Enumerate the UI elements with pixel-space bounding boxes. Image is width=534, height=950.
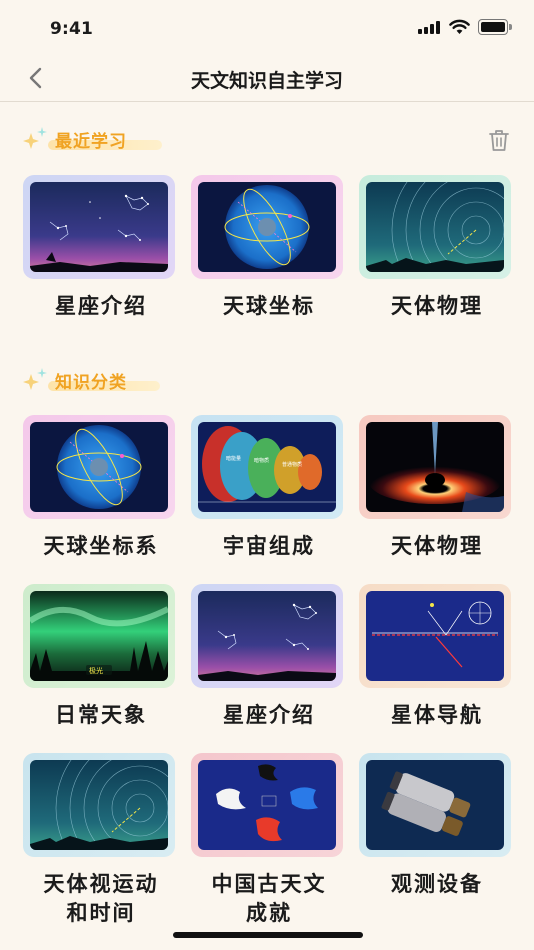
thumb-text-2: 普通物质 <box>282 461 302 468</box>
star-trails-image <box>30 760 168 850</box>
recent-label-0: 星座介绍 <box>55 294 147 318</box>
star-trails-image <box>366 182 504 272</box>
sparkle-icon <box>23 127 47 149</box>
chinese-four-symbols-image <box>198 760 336 850</box>
aurora-image: 极光 <box>30 591 168 681</box>
category-label-7-line2: 成就 <box>246 901 292 925</box>
category-card-universe-composition[interactable]: 暗能量 暗物质 普通物质 <box>191 415 343 519</box>
category-label-6: 天体视运动 和时间 <box>16 870 186 928</box>
category-label-8: 观测设备 <box>391 872 483 896</box>
category-label-6-line1: 天体视运动 <box>43 872 159 896</box>
recent-label-1: 天球坐标 <box>223 294 315 318</box>
category-label-2: 天体物理 <box>391 534 483 558</box>
category-card-observation-equipment[interactable] <box>359 753 511 857</box>
category-label-3: 日常天象 <box>55 703 147 727</box>
celestial-sphere-image <box>198 182 336 272</box>
category-label-5: 星体导航 <box>391 703 483 727</box>
category-label-4: 星座介绍 <box>223 703 315 727</box>
category-card-constellation[interactable] <box>191 584 343 688</box>
recent-card-constellation[interactable] <box>23 175 175 279</box>
sparkle-icon <box>23 368 47 390</box>
category-label-0: 天球坐标系 <box>43 534 159 558</box>
thumb-text-0: 暗能量 <box>226 455 241 462</box>
recent-card-astrophysics[interactable] <box>359 175 511 279</box>
category-card-astrophysics[interactable] <box>359 415 511 519</box>
category-label-7-line1: 中国古天文 <box>211 872 327 896</box>
status-time: 9:41 <box>50 19 94 39</box>
page-title: 天文知识自主学习 <box>190 70 343 92</box>
category-card-apparent-motion[interactable] <box>23 753 175 857</box>
category-card-celestial-coordinate-system[interactable] <box>23 415 175 519</box>
categories-title: 知识分类 <box>55 373 127 393</box>
cellular-signal-icon <box>418 21 442 34</box>
home-indicator[interactable] <box>173 932 363 938</box>
thumb-text-1: 暗物质 <box>254 457 269 464</box>
category-label-7: 中国古天文 成就 <box>184 870 354 928</box>
celestial-sphere-image <box>30 422 168 512</box>
cosmic-layers-image: 暗能量 暗物质 普通物质 <box>198 422 336 512</box>
constellation-image <box>198 591 336 681</box>
black-hole-image <box>366 422 504 512</box>
recent-title: 最近学习 <box>55 132 127 152</box>
category-label-1: 宇宙组成 <box>223 534 315 558</box>
status-bar: 9:41 <box>0 0 534 56</box>
recent-label-2: 天体物理 <box>391 294 483 318</box>
category-card-ancient-chinese-astronomy[interactable] <box>191 753 343 857</box>
binoculars-image <box>366 760 504 850</box>
category-card-daily-phenomena[interactable]: 极光 <box>23 584 175 688</box>
category-label-6-line2: 和时间 <box>66 901 136 925</box>
category-card-star-navigation[interactable] <box>359 584 511 688</box>
recent-card-celestial-coordinates[interactable] <box>191 175 343 279</box>
aurora-caption: 极光 <box>89 666 103 675</box>
nav-bar: 天文知识自主学习 <box>0 56 534 102</box>
navigation-diagram-image <box>366 591 504 681</box>
wifi-icon <box>449 19 470 34</box>
battery-icon <box>478 19 512 35</box>
constellation-image <box>30 182 168 272</box>
trash-icon[interactable] <box>486 127 512 153</box>
